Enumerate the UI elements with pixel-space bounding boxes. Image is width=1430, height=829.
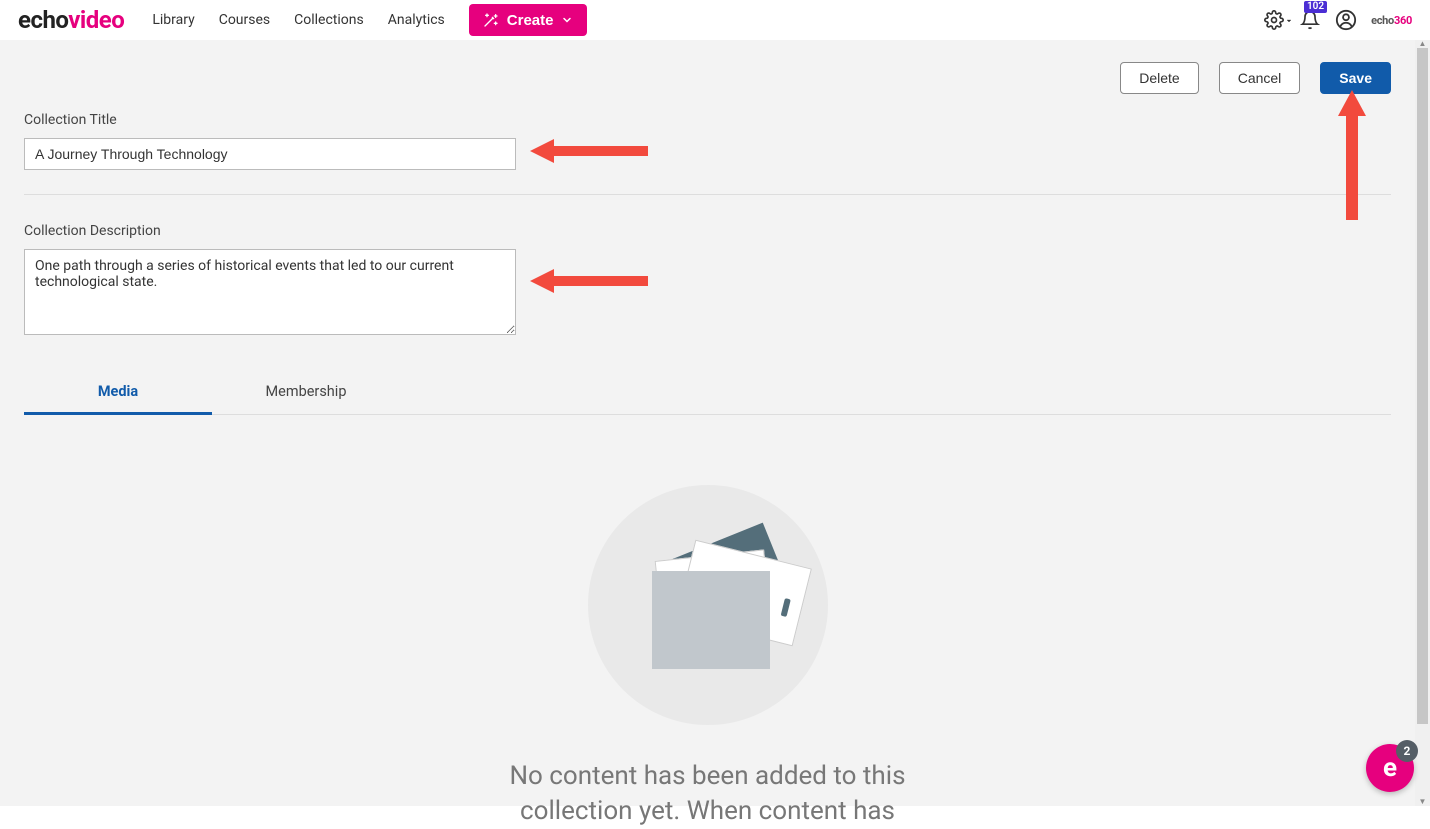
collection-description-label: Collection Description	[24, 223, 1391, 239]
account-icon[interactable]	[1335, 9, 1357, 31]
action-bar: Delete Cancel Save	[24, 62, 1391, 94]
notifications-badge: 102	[1304, 1, 1327, 13]
chevron-down-icon	[561, 14, 573, 26]
tab-media[interactable]: Media	[24, 371, 212, 415]
echo360-logo[interactable]: echo360	[1371, 14, 1412, 27]
empty-line-1: No content has been added to this	[509, 761, 905, 791]
create-button[interactable]: Create	[469, 4, 588, 36]
brand-part1: echo	[18, 6, 68, 34]
scrollbar[interactable]: ▲ ▼	[1415, 40, 1430, 806]
collection-title-label: Collection Title	[24, 112, 1391, 128]
nav-library[interactable]: Library	[152, 12, 194, 28]
empty-state-text: No content has been added to this collec…	[509, 759, 905, 829]
save-button[interactable]: Save	[1320, 62, 1391, 94]
scrollbar-up-icon[interactable]: ▲	[1415, 40, 1430, 48]
top-nav: echovideo Library Courses Collections An…	[0, 0, 1430, 40]
divider	[24, 194, 1391, 195]
collection-description-input[interactable]	[24, 249, 516, 335]
chat-glyph: e	[1383, 753, 1397, 783]
create-button-label: Create	[507, 12, 554, 29]
collection-title-input[interactable]	[24, 138, 516, 170]
echo360-part2: 360	[1394, 14, 1412, 27]
nav-courses[interactable]: Courses	[219, 12, 270, 28]
brand-logo[interactable]: echovideo	[18, 6, 124, 34]
cancel-button[interactable]: Cancel	[1219, 62, 1301, 94]
chevron-down-icon	[1285, 17, 1293, 25]
delete-button[interactable]: Delete	[1120, 62, 1198, 94]
chat-launcher[interactable]: e 2	[1366, 744, 1414, 792]
nav-collections[interactable]: Collections	[294, 12, 364, 28]
nav-analytics[interactable]: Analytics	[388, 12, 445, 28]
empty-line-2: collection yet. When content has	[520, 796, 895, 826]
collection-tabs: Media Membership	[24, 371, 1391, 415]
brand-part2: video	[68, 6, 124, 34]
tab-membership[interactable]: Membership	[212, 371, 400, 414]
chat-count-badge: 2	[1396, 740, 1418, 762]
empty-state: No content has been added to this collec…	[24, 485, 1391, 829]
scrollbar-thumb[interactable]	[1417, 48, 1428, 724]
notifications-icon[interactable]: 102	[1299, 9, 1321, 31]
echo360-part1: echo	[1371, 14, 1394, 27]
scrollbar-down-icon[interactable]: ▼	[1415, 798, 1430, 806]
magic-wand-icon	[483, 12, 499, 28]
content-area: ▲ ▼ Delete Cancel Save Collection Title …	[0, 40, 1430, 806]
settings-icon[interactable]	[1263, 9, 1285, 31]
empty-illustration	[588, 485, 828, 725]
